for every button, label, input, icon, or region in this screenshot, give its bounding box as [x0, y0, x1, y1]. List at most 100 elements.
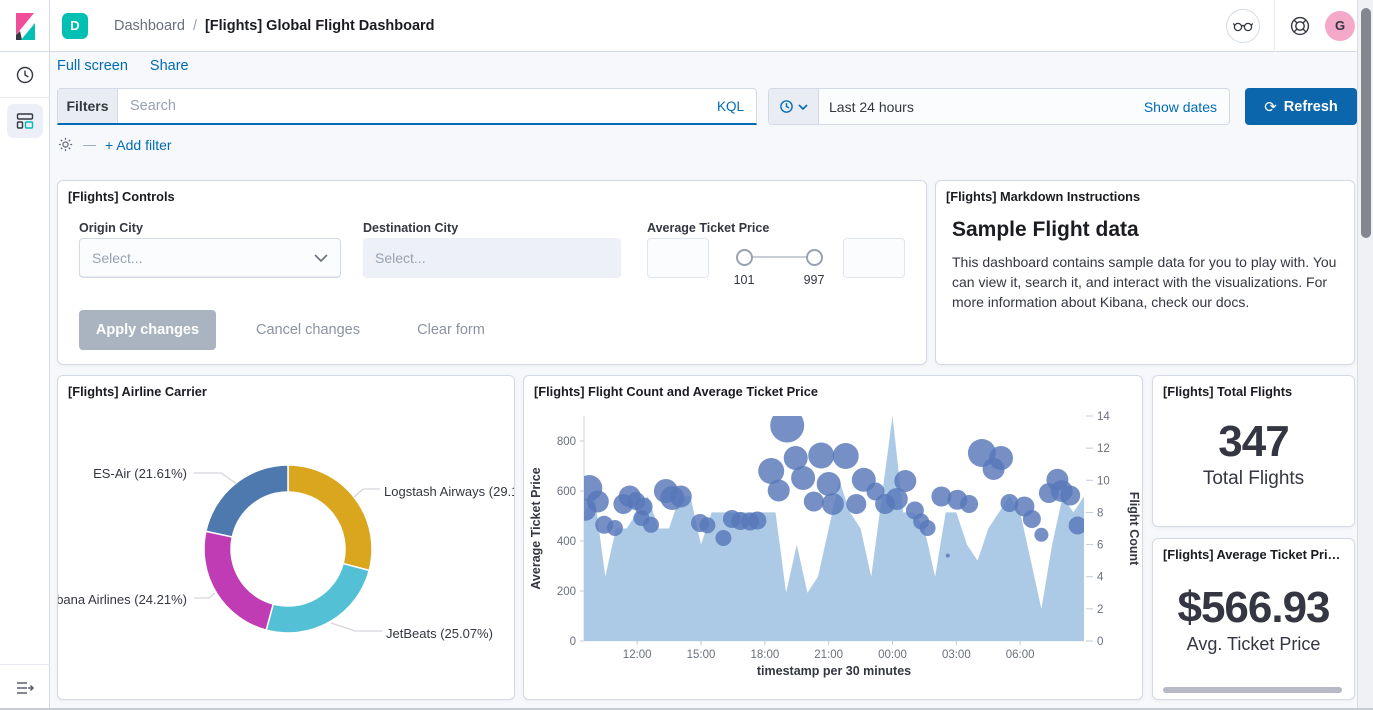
- panel-title[interactable]: [Flights] Average Ticket Pri…: [1153, 539, 1354, 562]
- breadcrumb-current: [Flights] Global Flight Dashboard: [205, 18, 435, 34]
- svg-text:4: 4: [1097, 572, 1104, 584]
- pie-slice[interactable]: [206, 465, 288, 537]
- destination-city-label: Destination City: [363, 221, 458, 235]
- sidebar-item-dashboard[interactable]: [0, 98, 50, 144]
- svg-text:21:00: 21:00: [814, 649, 843, 661]
- pie-label-line: [194, 473, 237, 484]
- kql-button[interactable]: KQL: [705, 89, 756, 123]
- time-range-value[interactable]: Last 24 hours: [819, 99, 914, 115]
- pie-slice[interactable]: [204, 531, 273, 630]
- show-dates-link[interactable]: Show dates: [1144, 99, 1229, 115]
- origin-city-label: Origin City: [79, 221, 143, 235]
- chevron-down-icon: [798, 104, 808, 110]
- pie-slice[interactable]: [266, 564, 369, 633]
- flight-count-price-chart[interactable]: 02004006008000246810121412:0015:0018:002…: [524, 376, 1142, 699]
- svg-text:6: 6: [1097, 540, 1103, 552]
- panel-markdown: [Flights] Markdown Instructions Sample F…: [935, 180, 1355, 365]
- svg-text:0: 0: [570, 636, 576, 648]
- menu-right-icon: [15, 680, 35, 696]
- price-slider-handle-min[interactable]: [736, 249, 753, 266]
- query-bar: Filters KQL: [57, 88, 757, 125]
- panel-title[interactable]: [Flights] Total Flights: [1153, 376, 1354, 399]
- share-link[interactable]: Share: [150, 58, 189, 74]
- svg-text:200: 200: [557, 586, 576, 598]
- search-input[interactable]: [118, 89, 705, 123]
- svg-text:2: 2: [1097, 604, 1103, 616]
- svg-text:14: 14: [1097, 411, 1110, 423]
- filters-button[interactable]: Filters: [58, 89, 118, 123]
- pie-slice-label: ES-Air (21.61%): [93, 466, 187, 481]
- price-max-value: 997: [794, 273, 834, 287]
- page-scrollbar[interactable]: [1357, 0, 1373, 710]
- svg-text:15:00: 15:00: [687, 649, 716, 661]
- time-quick-select[interactable]: [769, 89, 819, 124]
- collapse-nav-icon[interactable]: [0, 664, 50, 710]
- metric-label: Avg. Ticket Price: [1153, 634, 1354, 655]
- dashboard-app-icon: [15, 111, 35, 131]
- clock-icon: [15, 65, 35, 85]
- pie-slice-label: Kibana Airlines (24.21%): [57, 592, 187, 607]
- destination-city-select[interactable]: Select...: [363, 238, 621, 278]
- price-min-value: 101: [724, 273, 764, 287]
- filter-pin-dash: —: [83, 137, 96, 152]
- svg-text:18:00: 18:00: [750, 649, 779, 661]
- metric-label: Total Flights: [1153, 468, 1354, 490]
- pie-label-line: [331, 623, 382, 631]
- kibana-logo[interactable]: [0, 0, 50, 51]
- cancel-changes-button[interactable]: Cancel changes: [243, 310, 373, 350]
- pie-slice-label: Logstash Airways (29.11%): [384, 484, 515, 499]
- pie-slice-label: JetBeats (25.07%): [386, 626, 493, 641]
- clear-form-button[interactable]: Clear form: [406, 310, 496, 350]
- ticket-price-label: Average Ticket Price: [647, 221, 769, 235]
- svg-text:400: 400: [557, 536, 576, 548]
- help-icon[interactable]: [1289, 15, 1311, 37]
- svg-text:00:00: 00:00: [878, 649, 907, 661]
- price-slider-handle-max[interactable]: [806, 249, 823, 266]
- svg-text:0: 0: [1097, 636, 1103, 648]
- space-avatar[interactable]: D: [62, 13, 88, 39]
- origin-city-select[interactable]: Select...: [79, 238, 341, 278]
- apply-changes-button[interactable]: Apply changes: [79, 310, 216, 350]
- add-filter-link[interactable]: + Add filter: [105, 137, 172, 153]
- svg-text:600: 600: [557, 486, 576, 498]
- panel-horizontal-scrollbar[interactable]: [1163, 687, 1342, 693]
- panel-title[interactable]: [Flights] Controls: [58, 181, 926, 204]
- panel-title[interactable]: [Flights] Markdown Instructions: [936, 181, 1354, 204]
- filter-options-gear-icon[interactable]: [57, 136, 74, 153]
- docs-link[interactable]: docs: [1216, 294, 1246, 310]
- kibana-logo-icon: [11, 11, 39, 41]
- app-content: Full screen Share Filters KQL Last 24 ho…: [50, 52, 1373, 710]
- top-header: D Dashboard / [Flights] Global Flight Da…: [0, 0, 1373, 52]
- time-picker: Last 24 hours Show dates: [768, 88, 1230, 125]
- svg-text:12:00: 12:00: [623, 649, 652, 661]
- price-slider-track[interactable]: [744, 256, 814, 258]
- breadcrumb: Dashboard / [Flights] Global Flight Dash…: [114, 18, 435, 34]
- glasses-icon[interactable]: [1226, 9, 1260, 43]
- svg-text:timestamp per 30 minutes: timestamp per 30 minutes: [757, 664, 911, 678]
- full-screen-link[interactable]: Full screen: [57, 58, 128, 74]
- price-max-input[interactable]: [843, 238, 905, 278]
- refresh-button[interactable]: ⟳ Refresh: [1245, 88, 1357, 125]
- total-flights-metric: 347 Total Flights: [1153, 418, 1354, 490]
- price-min-input[interactable]: [647, 238, 709, 278]
- panel-airline-carrier: [Flights] Airline Carrier Logstash Airwa…: [57, 375, 515, 700]
- filter-row: — + Add filter: [57, 136, 172, 153]
- svg-text:12: 12: [1097, 443, 1110, 455]
- panel-average-ticket-price: [Flights] Average Ticket Pri… $566.93 Av…: [1152, 538, 1355, 700]
- airline-carrier-donut-chart[interactable]: Logstash Airways (29.11%) JetBeats (25.07…: [58, 376, 514, 699]
- metric-value: $566.93: [1153, 584, 1354, 632]
- svg-text:06:00: 06:00: [1006, 649, 1035, 661]
- recent-items-icon[interactable]: [0, 52, 50, 98]
- metric-value: 347: [1153, 418, 1354, 466]
- panel-flight-count-chart: [Flights] Flight Count and Average Ticke…: [523, 375, 1143, 700]
- pie-slice[interactable]: [288, 465, 372, 570]
- breadcrumb-separator: /: [193, 18, 197, 34]
- dashboard-toolbar: Full screen Share: [57, 58, 189, 74]
- svg-text:Flight Count: Flight Count: [1127, 492, 1141, 566]
- user-avatar[interactable]: G: [1325, 11, 1355, 41]
- markdown-body: This dashboard contains sample data for …: [936, 242, 1354, 312]
- breadcrumb-dashboard[interactable]: Dashboard: [114, 18, 185, 34]
- markdown-heading: Sample Flight data: [936, 204, 1354, 242]
- page-scrollbar-thumb[interactable]: [1361, 8, 1371, 238]
- header-divider: [1274, 0, 1275, 52]
